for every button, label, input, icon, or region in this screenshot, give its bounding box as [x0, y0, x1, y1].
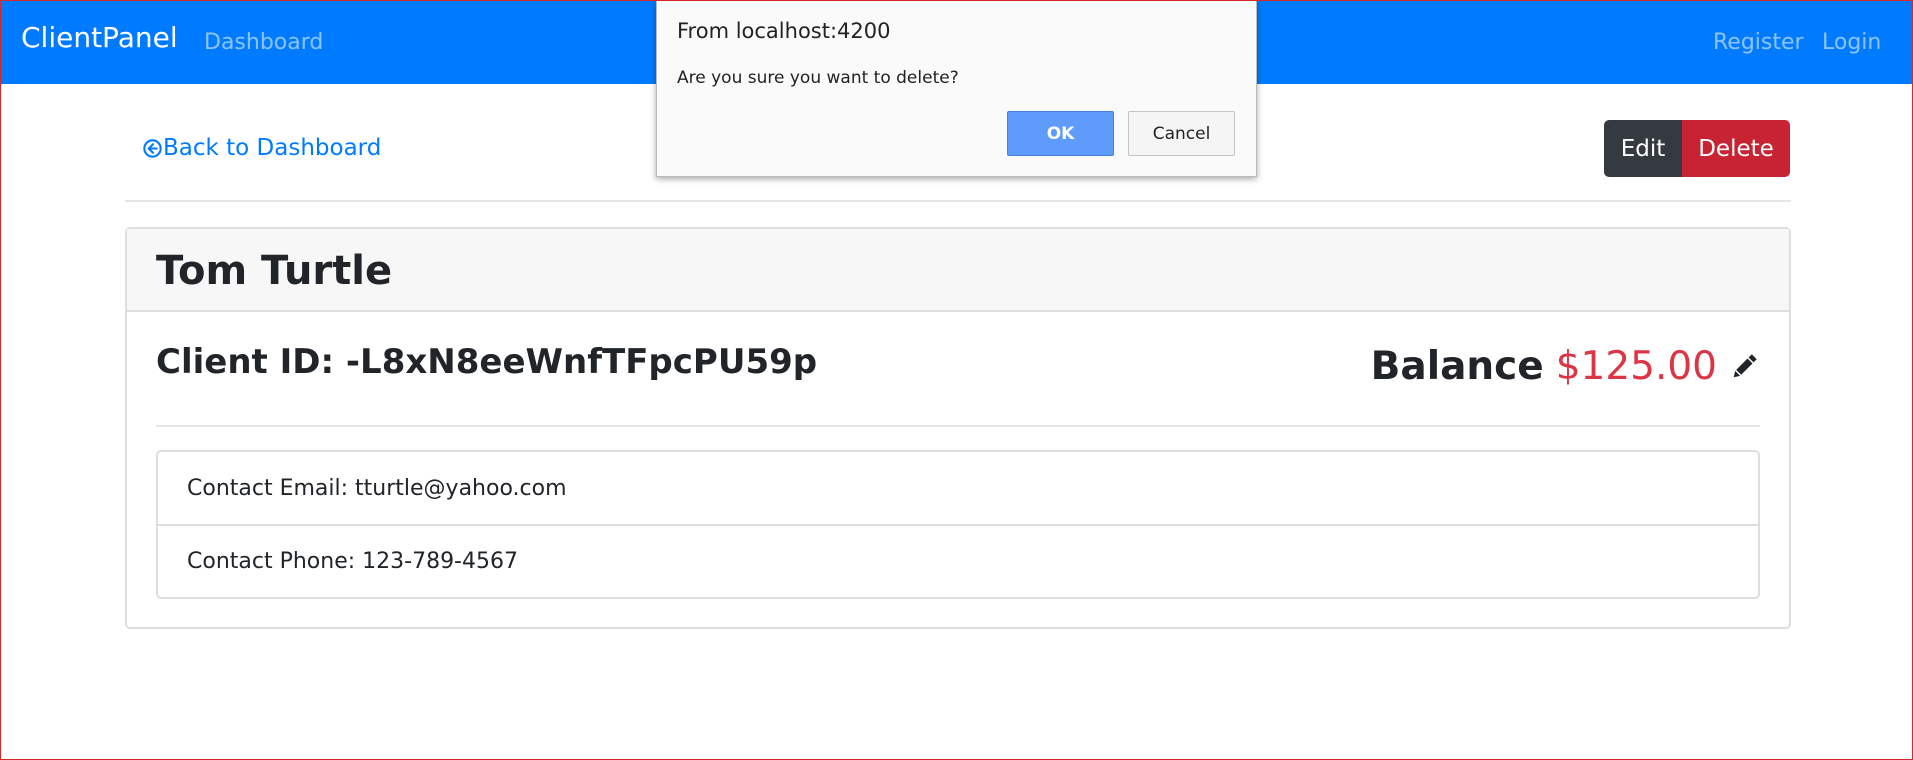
dialog-title: From localhost:4200 [677, 19, 891, 43]
balance: Balance $125.00 [1370, 344, 1759, 389]
client-actions: Edit Delete [1604, 120, 1790, 177]
divider [125, 200, 1791, 202]
confirm-dialog: From localhost:4200 Are you sure you wan… [656, 0, 1257, 177]
nav-register-link[interactable]: Register [1713, 32, 1804, 54]
back-link-label: Back to Dashboard [163, 135, 382, 161]
card-header: Tom Turtle [127, 229, 1789, 312]
balance-label: Balance [1370, 344, 1544, 389]
contact-list: Contact Email: tturtle@yahoo.com Contact… [156, 450, 1760, 599]
brand-link[interactable]: ClientPanel [21, 24, 178, 52]
dialog-message: Are you sure you want to delete? [677, 68, 959, 88]
delete-button[interactable]: Delete [1682, 120, 1790, 177]
arrow-circle-left-icon [143, 139, 162, 158]
balance-amount: $125.00 [1555, 344, 1717, 389]
pencil-icon[interactable] [1729, 352, 1759, 382]
contact-phone: Contact Phone: 123-789-4567 [158, 524, 1758, 597]
client-id: Client ID: -L8xN8eeWnfTFpcPU59p [156, 342, 818, 382]
cancel-button[interactable]: Cancel [1128, 111, 1235, 156]
client-card: Tom Turtle Client ID: -L8xN8eeWnfTFpcPU5… [125, 227, 1791, 629]
back-to-dashboard-link[interactable]: Back to Dashboard [143, 137, 381, 160]
card-divider [156, 425, 1760, 427]
edit-button[interactable]: Edit [1604, 120, 1682, 177]
ok-button[interactable]: OK [1007, 111, 1114, 156]
contact-email: Contact Email: tturtle@yahoo.com [187, 475, 567, 501]
nav-dashboard-link[interactable]: Dashboard [204, 32, 323, 54]
client-name: Tom Turtle [156, 248, 393, 294]
nav-login-link[interactable]: Login [1822, 32, 1881, 54]
